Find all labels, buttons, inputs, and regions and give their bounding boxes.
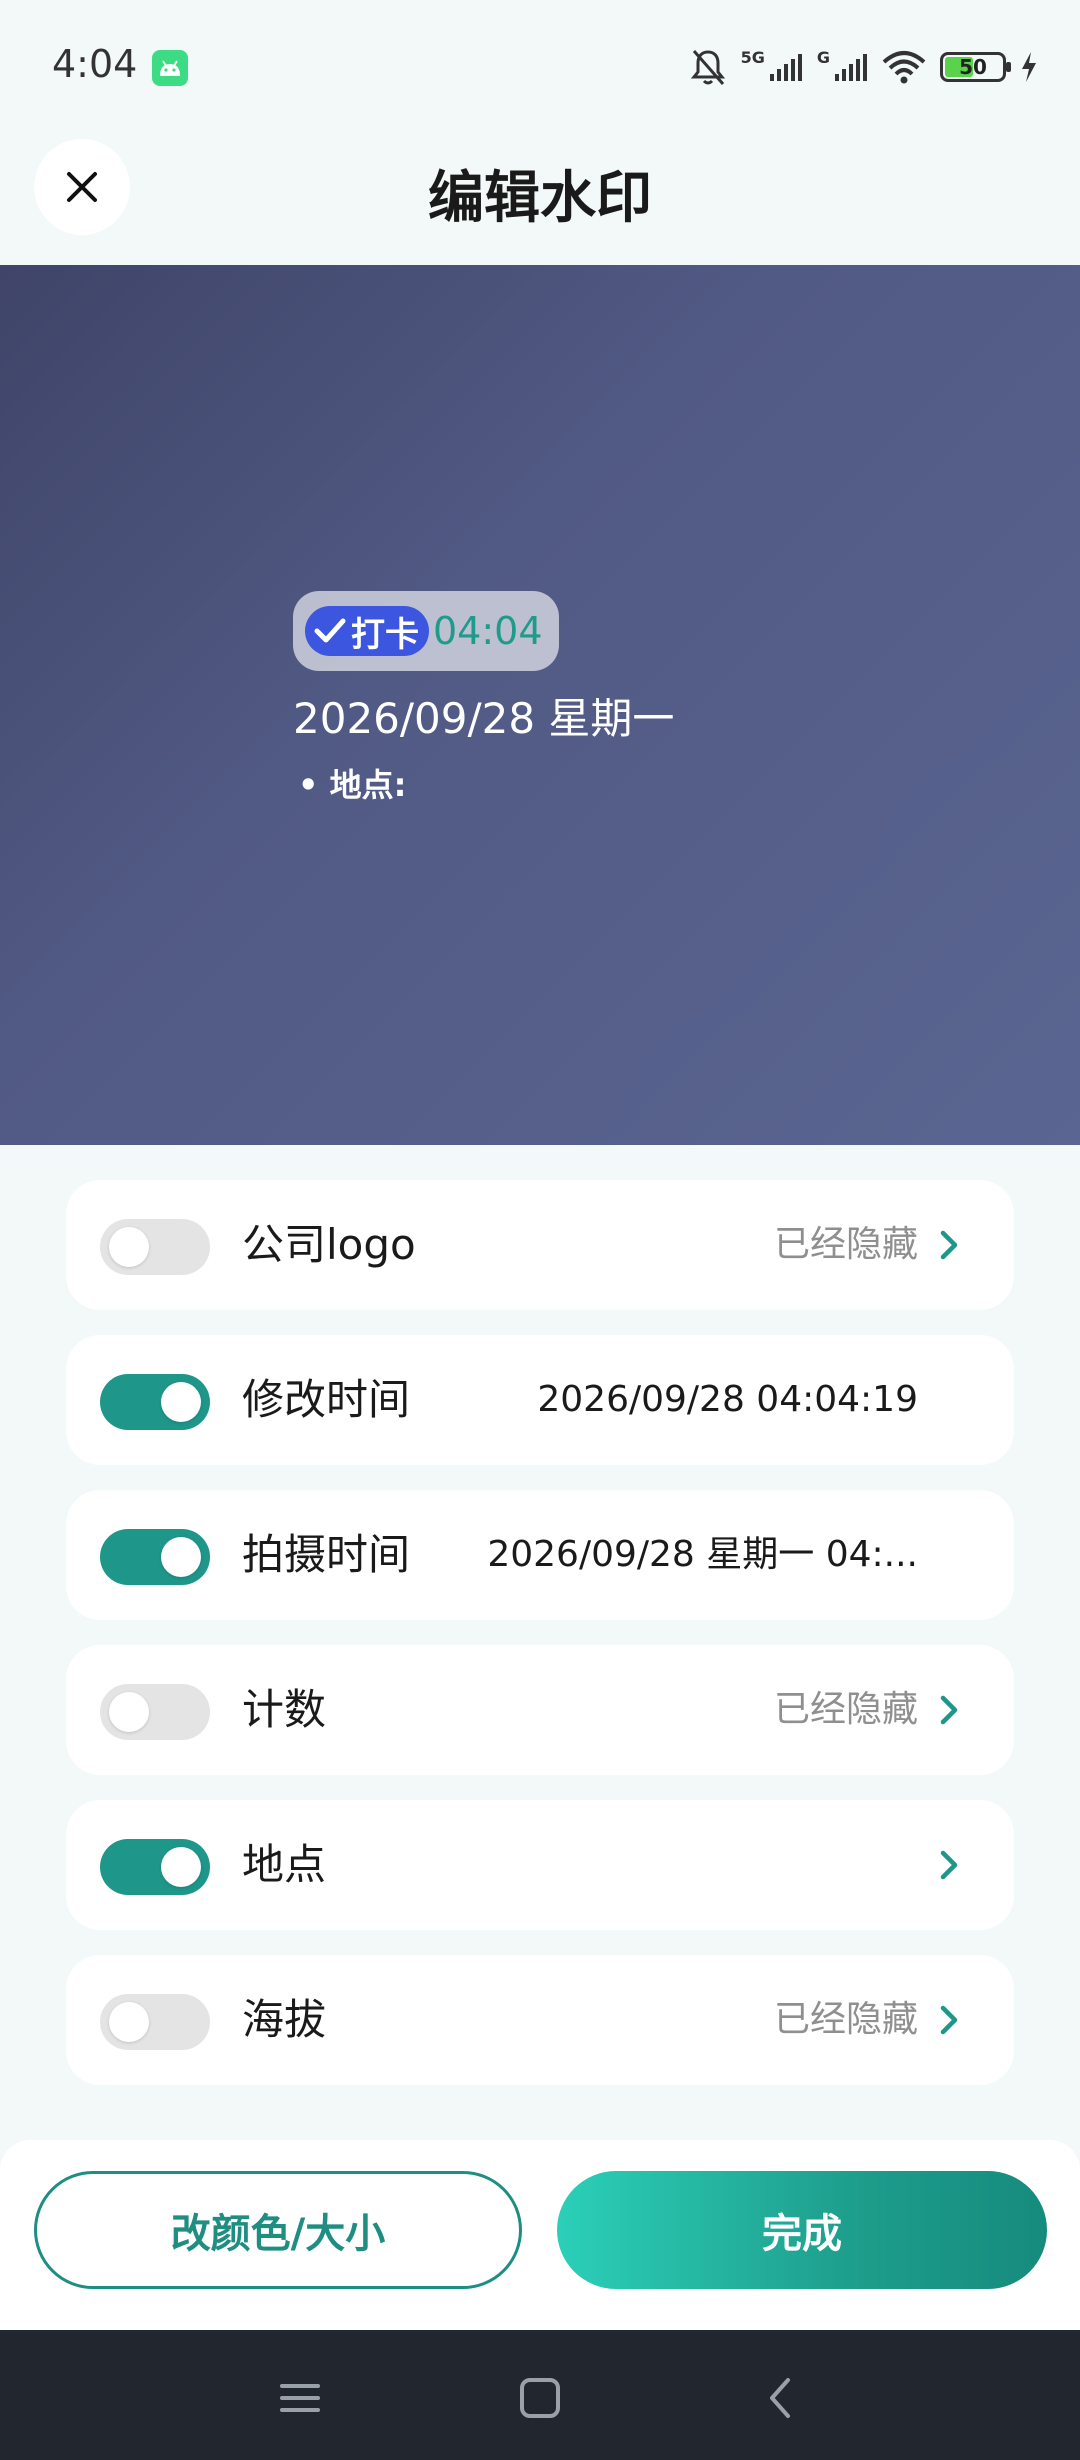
change-color-size-button[interactable]: 改颜色/大小 xyxy=(34,2171,522,2289)
setting-row-altitude[interactable]: 海拔 已经隐藏 xyxy=(66,1955,1014,2085)
header: 编辑水印 xyxy=(0,135,1080,265)
battery-icon: 50 xyxy=(940,52,1011,82)
wifi-icon xyxy=(882,51,926,84)
checkin-badge-label: 打卡 xyxy=(351,614,419,655)
chevron-right-icon[interactable] xyxy=(934,1227,964,1263)
capture-time-toggle[interactable] xyxy=(100,1529,210,1585)
signal-strength-icon xyxy=(769,54,802,81)
battery-level: 50 xyxy=(959,55,987,79)
battery-cap xyxy=(1006,62,1011,72)
count-toggle[interactable] xyxy=(100,1684,210,1740)
check-icon xyxy=(314,618,346,643)
status-time: 4:04 xyxy=(52,42,138,86)
setting-label: 拍摄时间 xyxy=(242,1530,411,1579)
menu-icon[interactable] xyxy=(270,2370,330,2426)
setting-value: 已经隐藏 xyxy=(773,1689,918,1730)
signal-strength-icon xyxy=(835,54,867,81)
setting-row-modify-time[interactable]: 修改时间 2026/09/28 04:04:19 xyxy=(66,1335,1014,1465)
toggle-knob xyxy=(109,1692,149,1732)
checkin-badge: 打卡 xyxy=(305,606,429,656)
signal-2-label: G xyxy=(816,47,830,67)
setting-label: 计数 xyxy=(242,1685,327,1734)
setting-label: 修改时间 xyxy=(242,1375,411,1424)
toggle-knob xyxy=(109,2002,149,2042)
setting-value: 已经隐藏 xyxy=(773,1224,918,1265)
page-title: 编辑水印 xyxy=(428,166,652,231)
chevron-right-icon[interactable] xyxy=(934,1692,964,1728)
chevron-right-icon[interactable] xyxy=(934,2002,964,2038)
done-button[interactable]: 完成 xyxy=(557,2171,1047,2289)
chevron-right-icon[interactable] xyxy=(934,1847,964,1883)
toggle-knob xyxy=(161,1382,201,1422)
mute-bell-icon xyxy=(690,50,725,85)
setting-label: 地点 xyxy=(242,1840,327,1889)
setting-value: 已经隐藏 xyxy=(773,1999,918,2040)
location-toggle[interactable] xyxy=(100,1839,210,1895)
status-bar: 4:04 5G G 50 xyxy=(0,0,1080,135)
setting-row-company-logo[interactable]: 公司logo 已经隐藏 xyxy=(66,1180,1014,1310)
setting-row-count[interactable]: 计数 已经隐藏 xyxy=(66,1645,1014,1775)
toggle-knob xyxy=(161,1537,201,1577)
watermark-date: 2026/09/28 星期一 xyxy=(293,694,675,743)
back-icon[interactable] xyxy=(750,2370,810,2426)
altitude-toggle[interactable] xyxy=(100,1994,210,2050)
home-icon[interactable] xyxy=(510,2370,570,2426)
setting-label: 公司logo xyxy=(242,1220,416,1269)
watermark-preview: 打卡 04:04 2026/09/28 星期一 • 地点: xyxy=(0,265,1080,1145)
bottom-action-bar: 改颜色/大小 完成 xyxy=(0,2140,1080,2330)
status-icons: 5G G 50 xyxy=(689,44,1038,90)
modify-time-toggle[interactable] xyxy=(100,1374,210,1430)
setting-value: 2026/09/28 星期一 04:... xyxy=(487,1534,918,1575)
watermark-location: • 地点: xyxy=(298,766,407,804)
setting-row-location[interactable]: 地点 xyxy=(66,1800,1014,1930)
checkin-time: 04:04 xyxy=(433,609,543,653)
signal-1-label: 5G xyxy=(740,47,765,67)
toggle-knob xyxy=(109,1227,149,1267)
watermark-settings-list: 公司logo 已经隐藏 修改时间 2026/09/28 04:04:19 拍摄时… xyxy=(66,1180,1014,2110)
watermark-checkin-chip[interactable]: 打卡 04:04 xyxy=(293,591,559,671)
company-logo-toggle[interactable] xyxy=(100,1219,210,1275)
charging-bolt-icon xyxy=(1022,52,1036,82)
toggle-knob xyxy=(161,1847,201,1887)
setting-value: 2026/09/28 04:04:19 xyxy=(537,1379,918,1420)
setting-row-capture-time[interactable]: 拍摄时间 2026/09/28 星期一 04:... xyxy=(66,1490,1014,1620)
system-nav-bar xyxy=(0,2330,1080,2460)
edit-watermark-screen: 4:04 5G G 50 编辑水印 打卡 04:04 2026/09/28 星期… xyxy=(0,0,1080,2460)
setting-label: 海拔 xyxy=(242,1995,327,2044)
android-app-icon xyxy=(152,50,188,86)
